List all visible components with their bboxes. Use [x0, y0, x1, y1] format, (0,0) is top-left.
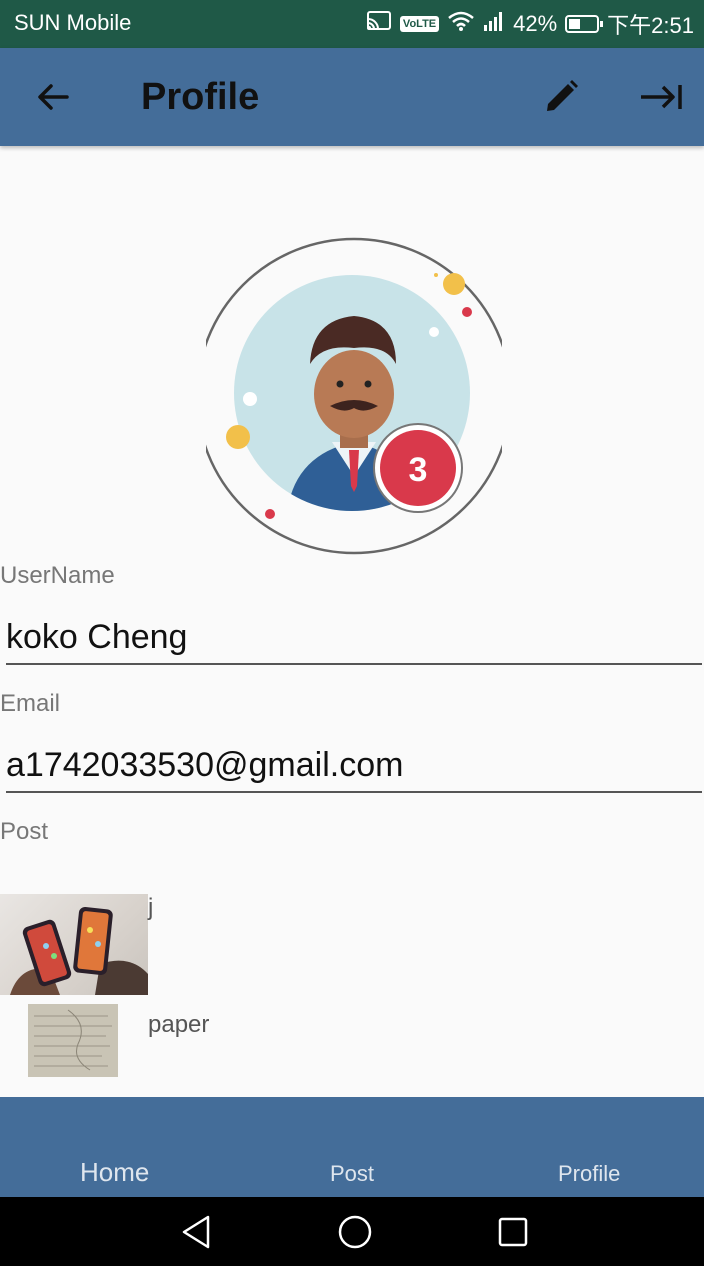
status-bar: SUN Mobile VoLTE 42% 下午2:51	[0, 0, 704, 48]
post-thumbnail-phones[interactable]	[0, 894, 148, 995]
username-field[interactable]: koko Cheng	[6, 618, 187, 657]
system-navigation-bar	[0, 1197, 704, 1266]
home-circle-icon	[338, 1215, 372, 1249]
back-triangle-icon	[182, 1215, 210, 1249]
edit-profile-button[interactable]	[536, 72, 586, 122]
post-title-1[interactable]: j	[148, 894, 153, 922]
system-home-button[interactable]	[332, 1209, 378, 1255]
battery-percent: 42%	[513, 11, 558, 36]
email-underline	[6, 791, 702, 793]
logout-button[interactable]	[636, 72, 686, 122]
battery-icon	[565, 15, 604, 33]
wifi-icon	[447, 10, 475, 38]
page-title: Profile	[141, 76, 260, 118]
profile-screen: SUN Mobile VoLTE 42% 下午2:51 Profile 3 Us…	[0, 0, 704, 1266]
profile-avatar[interactable]: 3	[204, 236, 504, 556]
recents-square-icon	[498, 1217, 528, 1247]
nav-post[interactable]: Post	[330, 1161, 374, 1187]
logout-arrow-icon	[641, 85, 682, 109]
carrier-name: SUN Mobile	[14, 10, 132, 35]
arrow-back-icon	[38, 84, 69, 110]
clock: 下午2:51	[607, 13, 694, 38]
badge-count: 3	[409, 451, 428, 489]
bottom-navigation: Home Post Profile	[0, 1097, 704, 1197]
system-recents-button[interactable]	[490, 1209, 536, 1255]
post-label: Post	[0, 818, 49, 845]
username-underline	[6, 663, 702, 665]
nav-profile[interactable]: Profile	[558, 1161, 620, 1187]
pencil-edit-icon	[547, 80, 578, 111]
email-field[interactable]: a1742033530@gmail.com	[6, 746, 403, 785]
cast-icon	[366, 10, 392, 38]
username-label: UserName	[0, 562, 115, 589]
post-title-2[interactable]: paper	[148, 1011, 209, 1039]
app-bar: Profile	[0, 48, 704, 146]
status-icons: VoLTE 42% 下午2:51	[366, 8, 694, 40]
back-button[interactable]	[28, 72, 78, 122]
volte-icon: VoLTE	[399, 16, 440, 32]
system-back-button[interactable]	[173, 1209, 219, 1255]
post-thumbnail-paper[interactable]	[28, 1004, 118, 1077]
nav-home[interactable]: Home	[80, 1157, 149, 1188]
signal-icon	[483, 10, 505, 38]
email-label: Email	[0, 690, 61, 717]
